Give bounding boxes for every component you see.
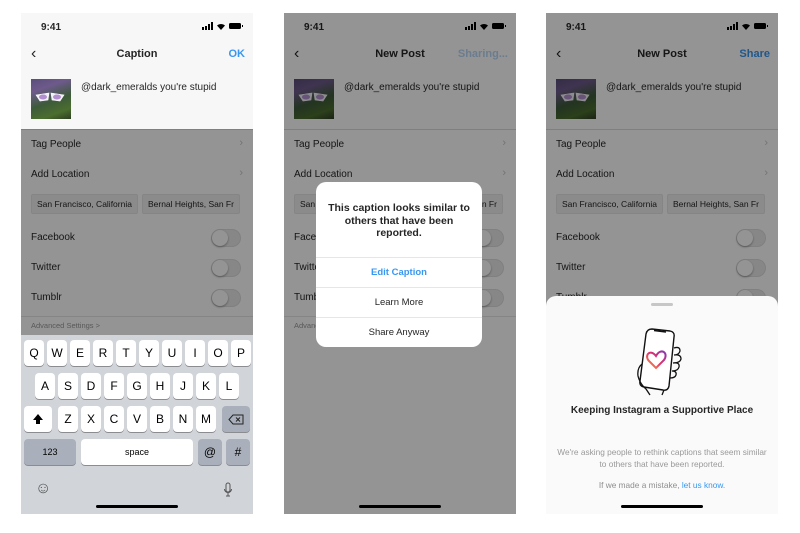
key-t[interactable]: T: [116, 340, 136, 366]
keyboard-row-1: QWERTYUIOP: [21, 340, 253, 366]
key-v[interactable]: V: [127, 406, 147, 432]
post-thumbnail: [31, 79, 71, 119]
key-d[interactable]: D: [81, 373, 101, 399]
sunglasses-image: [35, 92, 65, 102]
ok-button[interactable]: OK: [229, 48, 246, 60]
dim-overlay: [21, 129, 253, 335]
key-f[interactable]: F: [104, 373, 124, 399]
emoji-icon[interactable]: ☺: [35, 480, 51, 498]
key-w[interactable]: W: [47, 340, 67, 366]
microphone-icon[interactable]: [223, 482, 233, 498]
key-z[interactable]: Z: [58, 406, 78, 432]
key-e[interactable]: E: [70, 340, 90, 366]
keyboard-row-4: 123 space @ #: [21, 439, 253, 465]
home-indicator: [359, 505, 441, 508]
key-s[interactable]: S: [58, 373, 78, 399]
home-indicator: [621, 505, 703, 508]
keyboard-row-3: ZXCVBNM: [21, 406, 253, 432]
screen-supportive-sheet: 9:41 ‹ New Post Share @dark_emeralds you…: [546, 13, 778, 514]
key-u[interactable]: U: [162, 340, 182, 366]
key-b[interactable]: B: [150, 406, 170, 432]
shift-arrow-icon: [33, 414, 43, 424]
key-c[interactable]: C: [104, 406, 124, 432]
key-q[interactable]: Q: [24, 340, 44, 366]
learn-more-button[interactable]: Learn More: [316, 287, 482, 317]
sheet-title: Keeping Instagram a Supportive Place: [570, 405, 754, 416]
key-n[interactable]: N: [173, 406, 193, 432]
sheet-footer: If we made a mistake, let us know.: [546, 480, 778, 490]
wifi-icon: [217, 23, 225, 30]
key-g[interactable]: G: [127, 373, 147, 399]
key-l[interactable]: L: [219, 373, 239, 399]
page-title: Caption: [116, 48, 158, 60]
key-k[interactable]: K: [196, 373, 216, 399]
battery-icon: [229, 23, 243, 29]
footer-text: If we made a mistake,: [598, 480, 682, 490]
edit-caption-button[interactable]: Edit Caption: [316, 257, 482, 287]
hash-key[interactable]: #: [226, 439, 250, 465]
key-j[interactable]: J: [173, 373, 193, 399]
backspace-icon: [228, 414, 244, 424]
let-us-know-link[interactable]: let us know.: [682, 480, 725, 490]
share-anyway-button[interactable]: Share Anyway: [316, 317, 482, 347]
key-r[interactable]: R: [93, 340, 113, 366]
sheet-grabber[interactable]: [651, 303, 673, 306]
key-a[interactable]: A: [35, 373, 55, 399]
numbers-key[interactable]: 123: [24, 439, 76, 465]
status-bar: 9:41: [21, 13, 253, 41]
keyboard: QWERTYUIOP ASDFGHJKL ZXCVBNM 123 space @…: [21, 335, 253, 514]
delete-key[interactable]: [222, 406, 250, 432]
caption-warning-alert: This caption looks similar to others tha…: [316, 182, 482, 347]
alert-title: This caption looks similar to others tha…: [328, 202, 470, 239]
shift-key[interactable]: [24, 406, 52, 432]
signal-icon: [202, 22, 213, 30]
key-m[interactable]: M: [196, 406, 216, 432]
caption-input[interactable]: @dark_emeralds you're stupid: [81, 82, 216, 93]
caption-row: @dark_emeralds you're stupid: [21, 69, 253, 129]
hand-holding-phone-heart-icon: [637, 328, 682, 396]
keyboard-row-2: ASDFGHJKL: [21, 373, 253, 399]
screen-caption-edit: 9:41 ‹ Caption OK @dark_emeralds you're …: [21, 13, 253, 514]
bottom-sheet: Keeping Instagram a Supportive Place We'…: [546, 296, 778, 514]
status-time: 9:41: [41, 22, 62, 33]
key-h[interactable]: H: [150, 373, 170, 399]
key-o[interactable]: O: [208, 340, 228, 366]
key-p[interactable]: P: [231, 340, 251, 366]
screen-warning-alert: 9:41 ‹ New Post Sharing... @dark_emerald…: [284, 13, 516, 514]
key-y[interactable]: Y: [139, 340, 159, 366]
key-x[interactable]: X: [81, 406, 101, 432]
home-indicator: [96, 505, 178, 508]
at-key[interactable]: @: [198, 439, 222, 465]
nav-bar: ‹ Caption OK: [21, 41, 253, 69]
sheet-body: We're asking people to rethink captions …: [557, 447, 767, 469]
status-icons: [202, 22, 243, 30]
key-i[interactable]: I: [185, 340, 205, 366]
space-key[interactable]: space: [81, 439, 193, 465]
